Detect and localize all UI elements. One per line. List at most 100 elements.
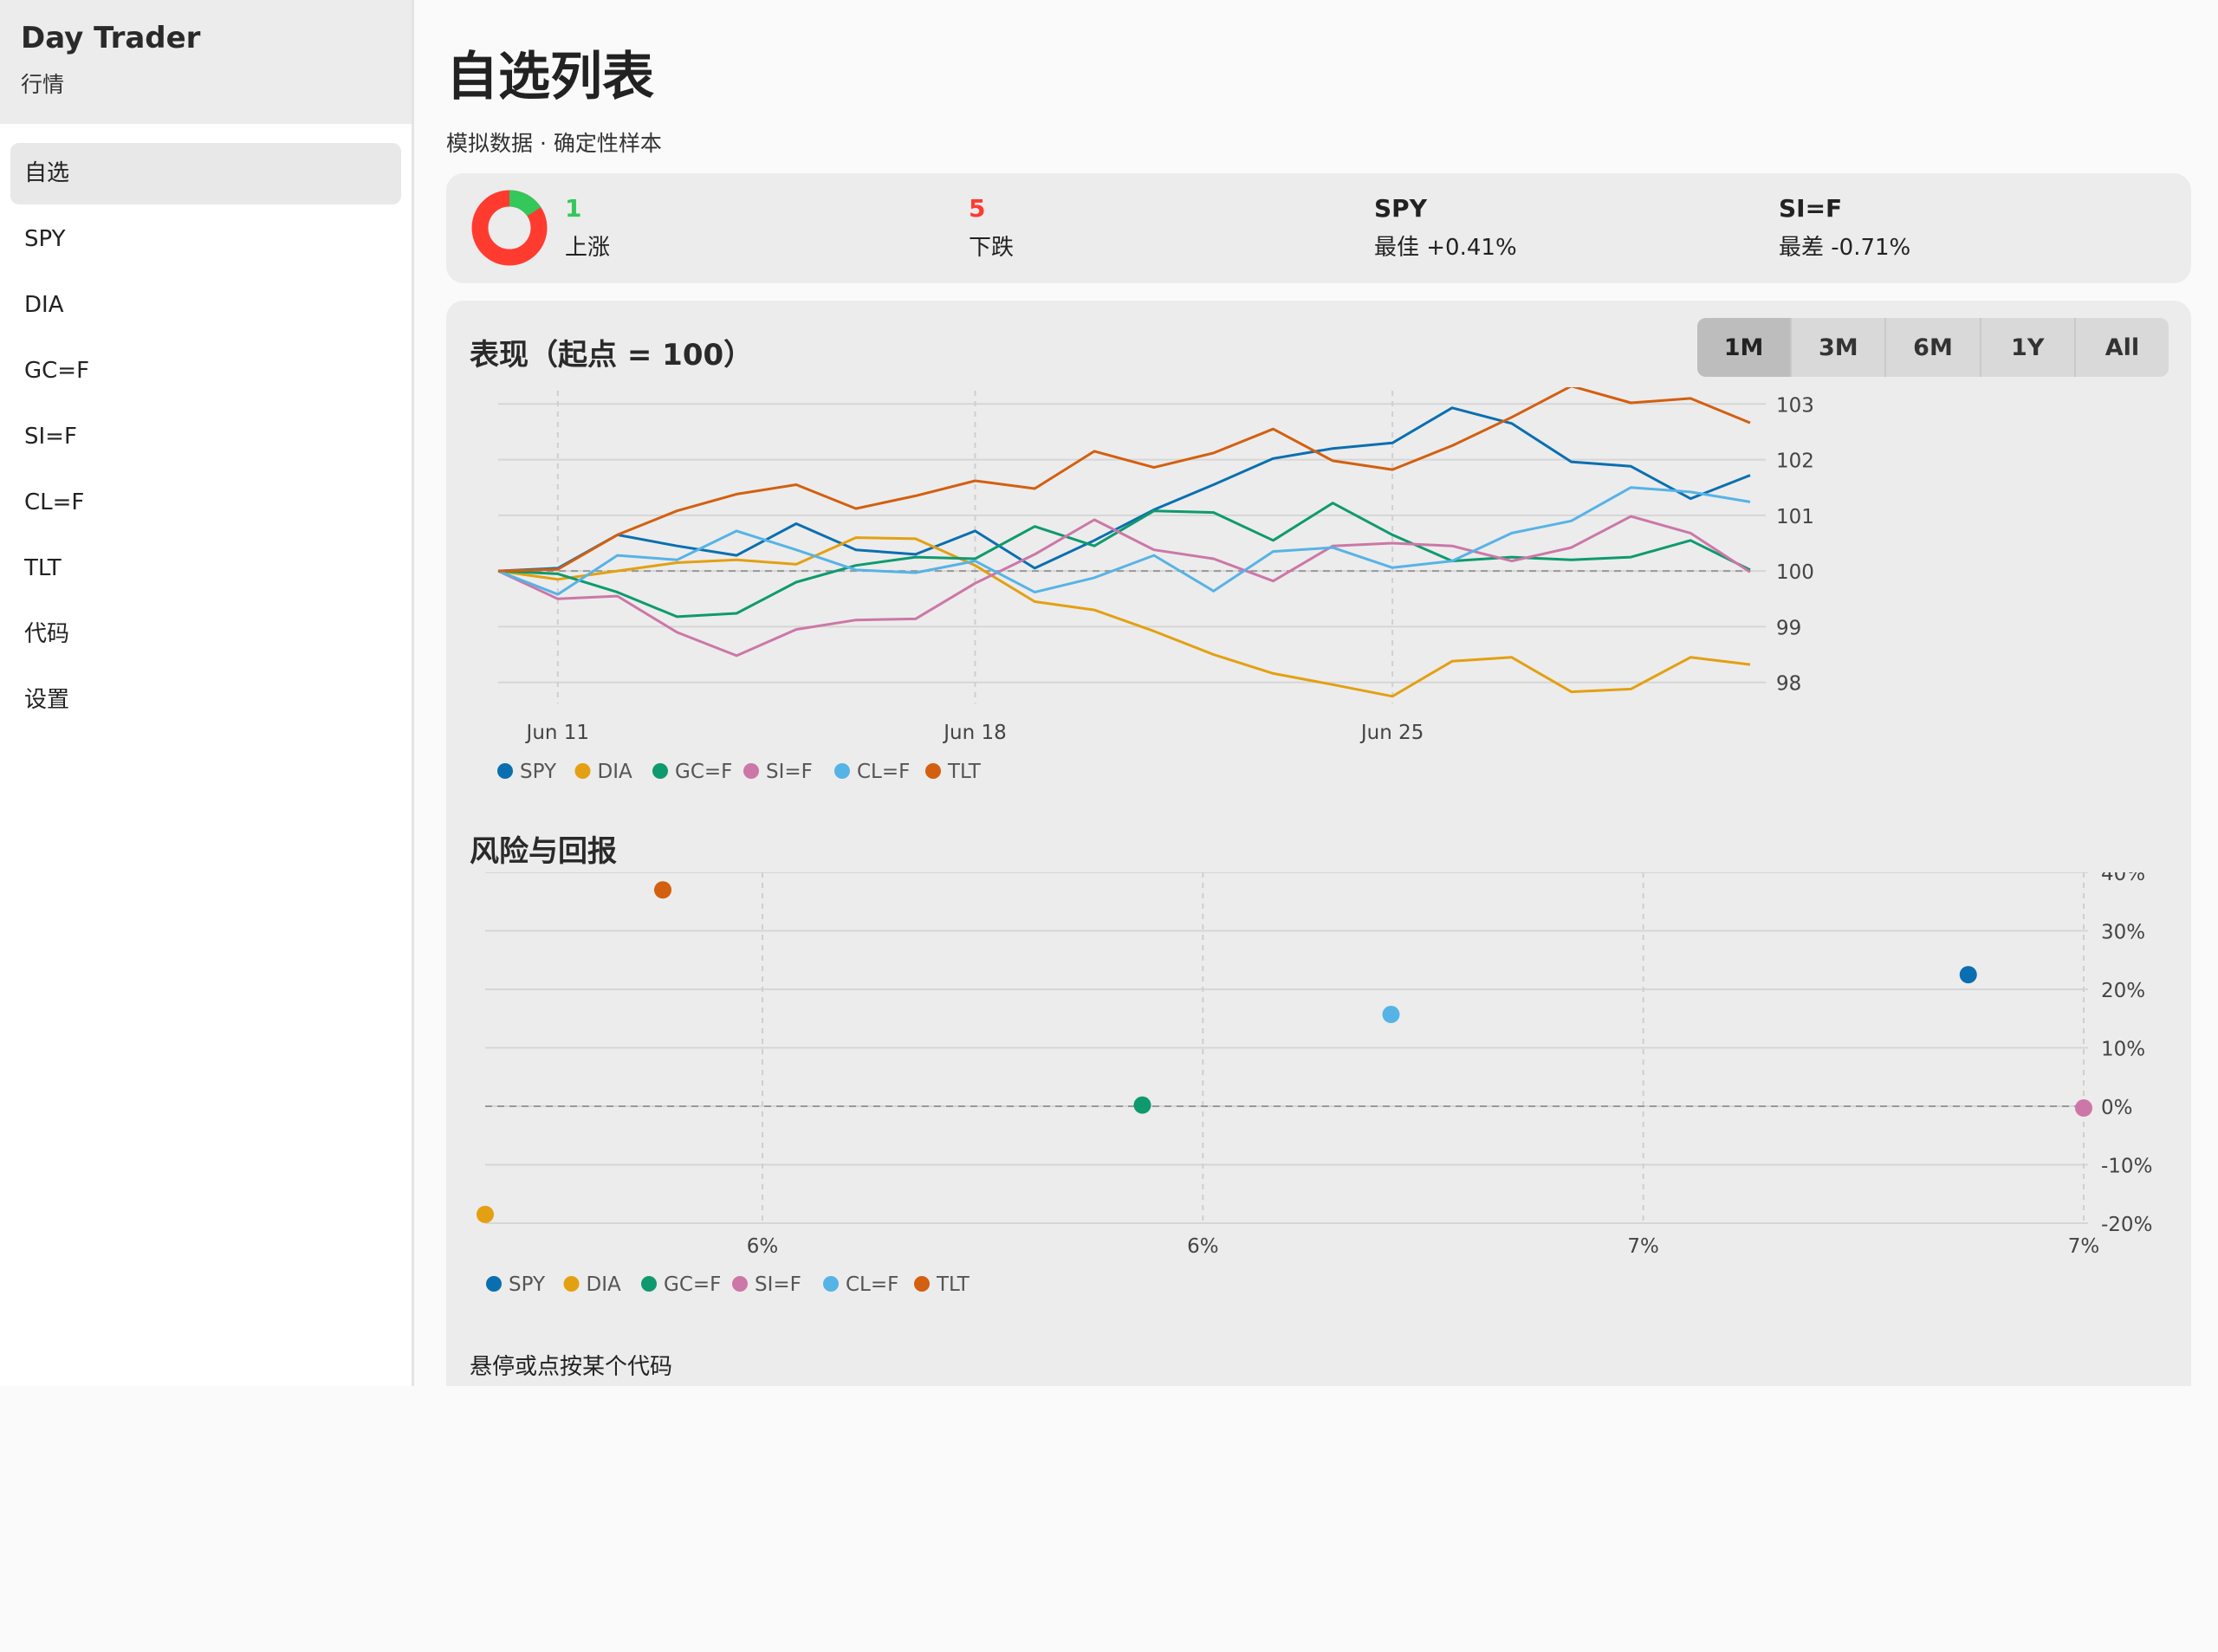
legend-swatch xyxy=(732,1276,748,1292)
scatter-point-tlt[interactable] xyxy=(654,881,671,899)
legend-swatch xyxy=(914,1276,930,1292)
legend-item-clf[interactable]: CL=F xyxy=(823,1273,898,1296)
legend-label: GC=F xyxy=(675,761,732,783)
legend-label: SPY xyxy=(520,761,557,783)
stat-down-label: 下跌 xyxy=(969,235,1015,261)
y-tick-label: 98 xyxy=(1776,673,1801,696)
x-tick-label: 6% xyxy=(747,1235,779,1258)
legend-label: DIA xyxy=(598,761,632,783)
summary-card: 1 上涨 5 下跌 SPY 最佳 +0.41% SI=F 最差 -0.71% xyxy=(446,173,2191,283)
x-tick-label: 6% xyxy=(1187,1235,1219,1258)
series-line-clf[interactable] xyxy=(497,486,1751,596)
series-line-gcf[interactable] xyxy=(497,502,1751,619)
legend-label: CL=F xyxy=(846,1273,898,1296)
legend-item-spy[interactable]: SPY xyxy=(486,1273,546,1296)
risk-return-scatter[interactable]: 40% 30% 20% 10% 0% -10% -20% 6% 6% 7% 7% SPY DIA GC=F… xyxy=(446,872,2191,1652)
legend-swatch xyxy=(834,763,850,779)
range-selector: 1M 3M 6M 1Y All xyxy=(1697,318,2169,377)
legend-label: TLT xyxy=(947,761,982,783)
scatter-point-clf[interactable] xyxy=(1382,1006,1400,1024)
legend-item-clf[interactable]: CL=F xyxy=(834,761,910,783)
sidebar-item-symbols[interactable]: 代码 xyxy=(10,604,401,665)
scatter-point-gcf[interactable] xyxy=(1133,1096,1151,1114)
x-tick-label: 7% xyxy=(2068,1235,2100,1258)
stat-best-label: 最佳 +0.41% xyxy=(1374,235,1517,261)
y-tick-label: 102 xyxy=(1776,450,1814,473)
y-tick-label: 100 xyxy=(1776,561,1814,584)
legend-label: CL=F xyxy=(857,761,910,783)
legend-swatch xyxy=(743,763,759,779)
legend-label: DIA xyxy=(587,1273,621,1296)
up-down-donut xyxy=(471,190,548,266)
sidebar-item-tlt[interactable]: TLT xyxy=(10,538,401,599)
page-title: 自选列表 xyxy=(446,47,654,107)
page-subtitle: 模拟数据 · 确定性样本 xyxy=(446,131,662,156)
y-tick-label: 10% xyxy=(2101,1039,2145,1061)
stat-best[interactable]: SPY 最佳 +0.41% xyxy=(1374,194,1517,262)
charts-panel: 表现（起点 = 100） 1M 3M 6M 1Y All 98 99 100 101 1… xyxy=(446,301,2191,1386)
legend-item-sif[interactable]: SI=F xyxy=(743,761,813,783)
legend-swatch xyxy=(486,1276,502,1292)
sidebar-item-dia[interactable]: DIA xyxy=(10,275,401,336)
range-3m-button[interactable]: 3M xyxy=(1792,318,1887,377)
legend-swatch xyxy=(823,1276,839,1292)
scatter-point-sif[interactable] xyxy=(2075,1099,2092,1118)
app-title: Day Trader xyxy=(21,21,201,55)
x-tick-label: Jun 11 xyxy=(525,722,590,744)
legend-item-gcf[interactable]: GC=F xyxy=(652,761,732,783)
sidebar-item-sif[interactable]: SI=F xyxy=(10,406,401,468)
stat-up-value: 1 xyxy=(565,194,582,223)
legend-item-dia[interactable]: DIA xyxy=(574,761,632,783)
sidebar-item-clf[interactable]: CL=F xyxy=(10,472,401,534)
stat-worst-ticker: SI=F xyxy=(1779,194,1843,223)
legend-swatch xyxy=(925,763,941,779)
range-1m-button[interactable]: 1M xyxy=(1697,318,1793,377)
scatter-point-dia[interactable] xyxy=(477,1205,494,1223)
y-tick-label: 103 xyxy=(1776,394,1814,417)
series-line-sif[interactable] xyxy=(497,515,1751,658)
legend-label: SPY xyxy=(509,1273,546,1296)
legend-item-sif[interactable]: SI=F xyxy=(732,1273,801,1296)
hover-hint: 悬停或点按某个代码 xyxy=(470,1354,673,1380)
x-tick-label: Jun 25 xyxy=(1359,722,1424,744)
stat-up: 1 上涨 xyxy=(565,194,610,262)
x-tick-label: Jun 18 xyxy=(942,722,1007,744)
sidebar-item-watchlist[interactable]: 自选 xyxy=(10,143,401,204)
scatter-point-spy[interactable] xyxy=(1959,966,1977,984)
stat-down-value: 5 xyxy=(969,194,986,223)
legend-label: TLT xyxy=(936,1273,970,1296)
sidebar: Day Trader 行情 自选 SPY DIA GC=F SI=F CL=F … xyxy=(0,0,414,1386)
series-line-spy[interactable] xyxy=(497,406,1751,573)
sidebar-item-settings[interactable]: 设置 xyxy=(10,670,401,731)
legend-item-tlt[interactable]: TLT xyxy=(925,761,982,783)
legend-swatch xyxy=(641,1276,657,1292)
sidebar-item-gcf[interactable]: GC=F xyxy=(10,340,401,402)
stat-up-label: 上涨 xyxy=(565,235,611,261)
stat-worst[interactable]: SI=F 最差 -0.71% xyxy=(1779,194,1910,262)
sidebar-nav: 自选 SPY DIA GC=F SI=F CL=F TLT 代码 设置 xyxy=(0,124,412,731)
y-tick-label: 101 xyxy=(1776,506,1814,528)
range-1y-button[interactable]: 1Y xyxy=(1981,318,2076,377)
x-tick-label: 7% xyxy=(1627,1235,1659,1258)
performance-title: 表现（起点 = 100） xyxy=(470,338,754,373)
legend-item-gcf[interactable]: GC=F xyxy=(641,1273,721,1296)
stat-best-ticker: SPY xyxy=(1374,194,1427,223)
legend-item-tlt[interactable]: TLT xyxy=(914,1273,970,1296)
y-tick-label: 30% xyxy=(2101,922,2145,944)
stat-down: 5 下跌 xyxy=(969,194,1014,262)
legend-label: SI=F xyxy=(755,1273,801,1296)
legend-item-dia[interactable]: DIA xyxy=(563,1273,621,1296)
y-tick-label: 0% xyxy=(2101,1097,2133,1119)
sidebar-item-spy[interactable]: SPY xyxy=(10,209,401,270)
main-content: 自选列表 模拟数据 · 确定性样本 1 上涨 5 下跌 SPY 最佳 +0.41… xyxy=(416,0,2192,1386)
y-tick-label: 99 xyxy=(1776,617,1801,639)
y-tick-label: 20% xyxy=(2101,980,2145,1002)
stat-worst-label: 最差 -0.71% xyxy=(1779,235,1911,261)
range-all-button[interactable]: All xyxy=(2076,318,2169,377)
series-line-tlt[interactable] xyxy=(497,387,1751,573)
legend-item-spy[interactable]: SPY xyxy=(497,761,557,783)
range-6m-button[interactable]: 6M xyxy=(1886,318,1981,377)
legend-swatch xyxy=(574,763,591,779)
legend-swatch xyxy=(497,763,513,779)
y-tick-label: 40% xyxy=(2101,872,2145,885)
